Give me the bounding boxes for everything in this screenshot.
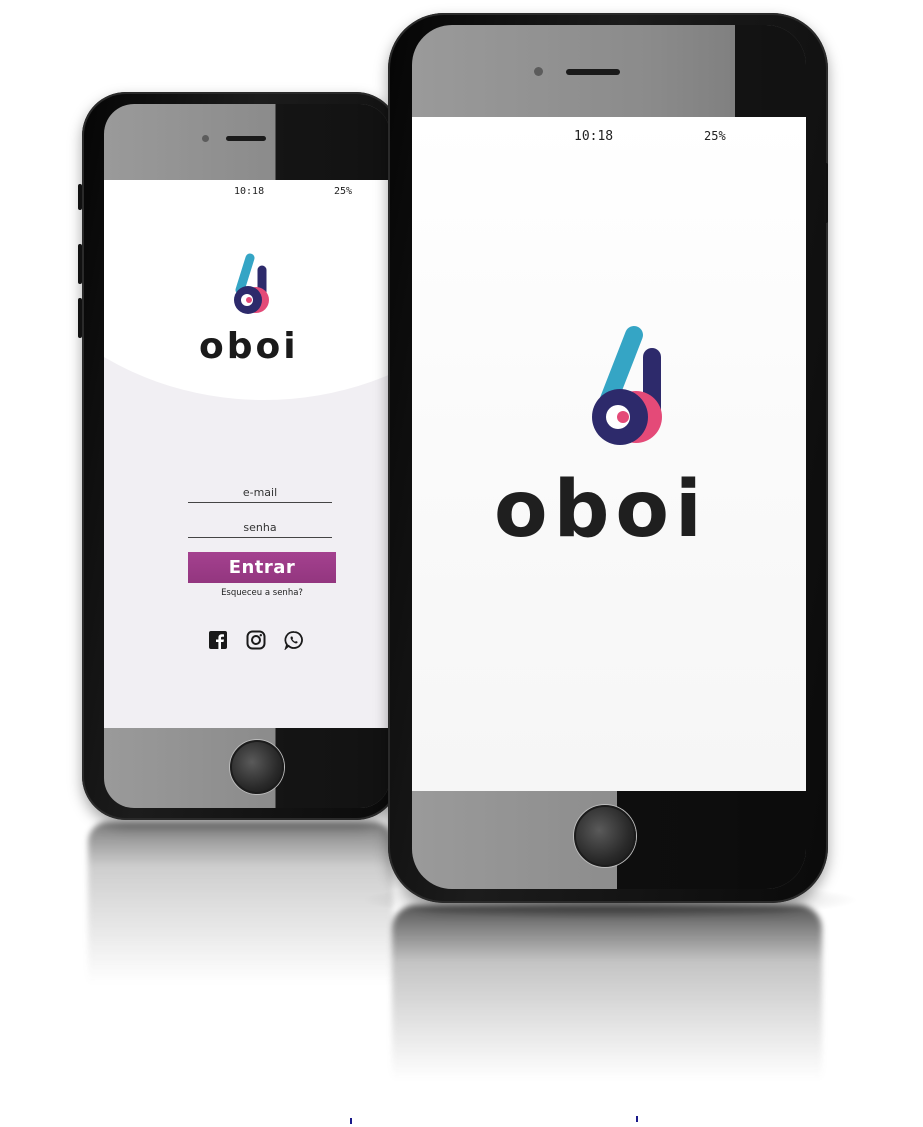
login-button[interactable]: Entrar	[188, 552, 336, 583]
edge-mark	[636, 1116, 638, 1122]
email-field[interactable]: e-mail	[188, 486, 332, 503]
back-phone-reflection	[88, 822, 393, 1002]
front-camera-icon	[534, 67, 543, 76]
whatsapp-icon[interactable]	[284, 630, 304, 651]
status-bar: 10:18 25%	[104, 180, 390, 204]
bottom-edge-marks	[300, 1106, 660, 1127]
edge-mark	[350, 1118, 352, 1124]
status-time: 10:18	[234, 186, 265, 197]
brand-wordmark: oboi	[199, 326, 299, 367]
brand-wordmark: oboi	[494, 465, 708, 555]
front-phone-power-button	[824, 163, 828, 223]
oboi-logo-mark-icon	[592, 326, 662, 445]
back-phone-top-gloss	[104, 104, 390, 180]
back-phone: 10:18 25% oboi e-mail senha Entrar Esque…	[78, 92, 400, 820]
password-placeholder: senha	[243, 521, 277, 534]
mockup-scene: 10:18 25% oboi e-mail senha Entrar Esque…	[0, 0, 923, 1127]
earpiece-speaker	[226, 136, 266, 141]
back-phone-volume-up	[78, 244, 82, 284]
splash-logo: oboi	[494, 317, 742, 567]
front-camera-icon	[202, 135, 209, 142]
app-logo: oboi	[192, 240, 312, 380]
home-button[interactable]	[230, 740, 284, 794]
status-bar: 10:18 25%	[412, 117, 806, 144]
social-login-row	[208, 630, 318, 654]
forgot-password-link[interactable]: Esqueceu a senha?	[188, 588, 336, 598]
home-button[interactable]	[574, 805, 636, 867]
earpiece-speaker	[566, 69, 620, 75]
instagram-icon[interactable]	[246, 630, 266, 650]
password-field[interactable]: senha	[188, 521, 332, 538]
status-battery: 25%	[334, 186, 353, 197]
back-phone-volume-down	[78, 298, 82, 338]
splash-screen: 10:18 25% oboi	[412, 117, 806, 791]
email-placeholder: e-mail	[242, 486, 278, 499]
front-phone: 10:18 25% oboi	[388, 13, 828, 903]
login-screen: 10:18 25% oboi e-mail senha Entrar Esque…	[104, 180, 390, 728]
facebook-icon[interactable]	[208, 630, 228, 650]
front-phone-reflection	[392, 905, 822, 1095]
status-time: 10:18	[574, 129, 614, 144]
status-battery: 25%	[704, 129, 726, 143]
back-phone-side-button	[78, 184, 82, 210]
